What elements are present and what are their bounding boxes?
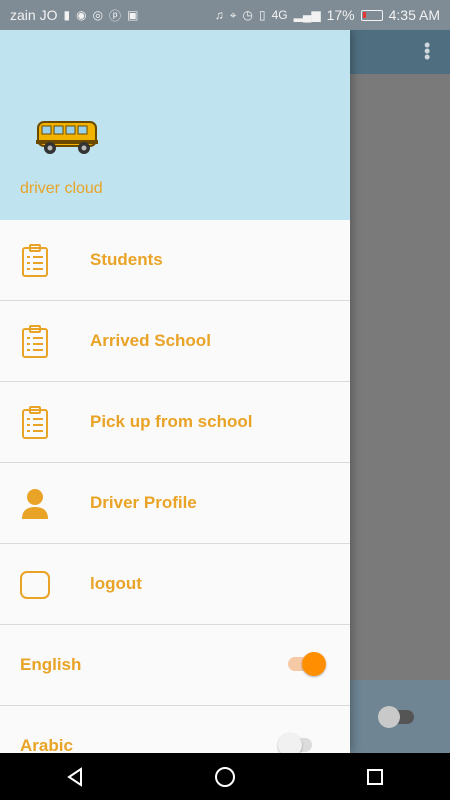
back-triangle-icon xyxy=(67,766,82,787)
app-brand-name: driver cloud xyxy=(20,180,103,197)
sim-icon: ▮ xyxy=(63,8,71,22)
location-icon: ⌖ xyxy=(229,7,237,22)
menu-item-label: Pick up from school xyxy=(90,412,253,431)
menu-item-label: Driver Profile xyxy=(90,493,197,512)
home-button[interactable] xyxy=(195,753,255,800)
clock: 4:35 AM xyxy=(388,7,440,23)
battery-percent: 17% xyxy=(326,7,355,23)
clipboard-icon xyxy=(22,325,48,358)
back-button[interactable] xyxy=(45,753,105,800)
home-circle-icon xyxy=(215,766,235,787)
menu-item-students[interactable]: Students xyxy=(0,220,350,301)
menu-item-label: logout xyxy=(90,574,142,593)
menu-item-pick-up-from-school[interactable]: Pick up from school xyxy=(0,382,350,463)
language-label: English xyxy=(20,655,82,674)
toggle-knob xyxy=(278,733,302,753)
signal-icon: ▂▄▆ xyxy=(293,8,321,22)
android-icon: ▣ xyxy=(127,8,139,22)
network-type: 4G xyxy=(271,8,288,22)
person-icon xyxy=(22,489,48,519)
arabic-toggle[interactable] xyxy=(278,733,312,753)
menu-item-logout[interactable]: logout xyxy=(0,544,350,625)
toggle-knob xyxy=(302,652,326,676)
wifi-hotspot-icon: ◎ xyxy=(92,8,104,22)
carrier-text: zain JO xyxy=(10,7,58,23)
pinterest-icon: ⓟ xyxy=(109,8,122,23)
battery-icon xyxy=(360,9,383,21)
clipboard-icon xyxy=(22,406,48,439)
language-row-arabic: Arabic xyxy=(0,706,350,753)
system-navigation-bar xyxy=(0,753,450,800)
menu-item-label: Students xyxy=(90,250,163,269)
recents-square-icon xyxy=(367,768,383,785)
notification-icon: ◉ xyxy=(76,8,87,22)
school-bus-logo xyxy=(36,121,98,154)
menu-item-label: Arrived School xyxy=(90,331,211,350)
clipboard-icon xyxy=(22,244,48,277)
language-row-english: English xyxy=(0,625,350,706)
menu-item-driver-profile[interactable]: Driver Profile xyxy=(0,463,350,544)
vibrate-icon: ▯ xyxy=(259,8,266,22)
overflow-menu-icon[interactable]: • • • xyxy=(424,36,430,66)
menu-item-arrived-school[interactable]: Arrived School xyxy=(0,301,350,382)
recents-button[interactable] xyxy=(345,753,405,800)
drawer-header: driver cloud xyxy=(0,30,350,220)
alarm-icon: ◷ xyxy=(242,8,253,22)
english-toggle[interactable] xyxy=(288,652,326,676)
headphones-icon: ♫ xyxy=(214,8,224,22)
navigation-drawer: driver cloud Students Arrived School Pic… xyxy=(0,30,350,753)
background-toggle xyxy=(378,706,414,728)
language-label: Arabic xyxy=(20,736,73,753)
status-bar: zain JO ▮ ◉ ◎ ⓟ ▣ ♫ ⌖ ◷ ▯ 4G ▂▄▆ 17% 4:3… xyxy=(0,0,450,30)
logout-icon xyxy=(20,571,50,599)
